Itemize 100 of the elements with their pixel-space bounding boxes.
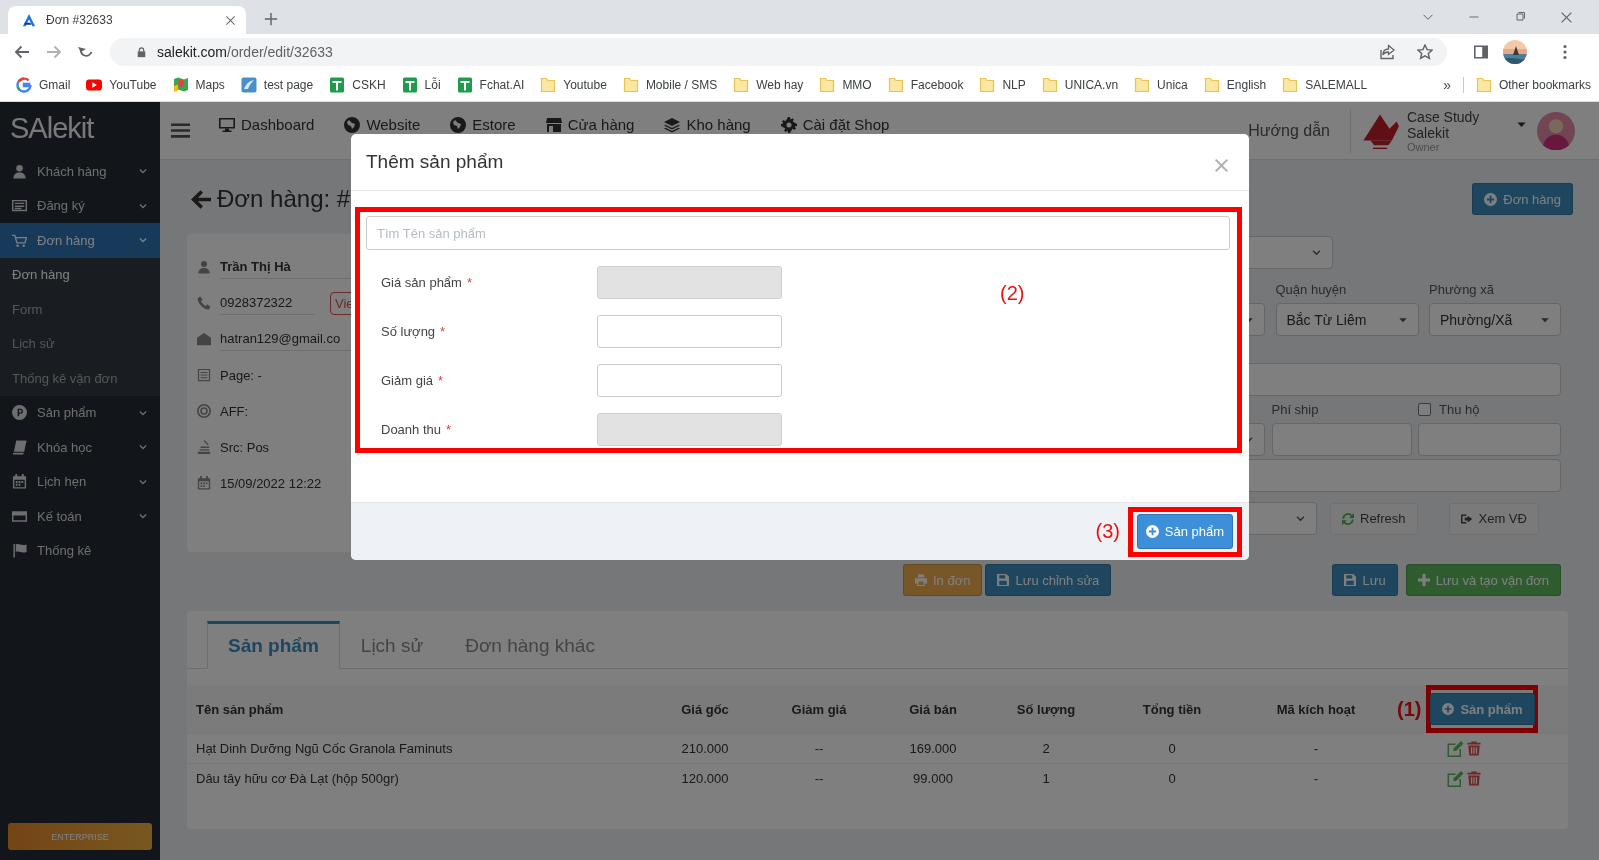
list-icon bbox=[197, 368, 211, 382]
nav-item[interactable]: Kho hàng bbox=[664, 116, 751, 133]
select-field[interactable]: Bắc Từ Liêm bbox=[1275, 303, 1419, 336]
sidebar-item[interactable]: Thống kê bbox=[0, 533, 160, 568]
bookmark[interactable]: Lỗi bbox=[393, 72, 449, 98]
sidebar-item[interactable]: Kế toán bbox=[0, 499, 160, 534]
card-icon bbox=[12, 508, 27, 524]
bookmark[interactable]: Facebook bbox=[879, 72, 972, 98]
browser-tab[interactable]: Đơn #32633 bbox=[8, 6, 246, 34]
back-arrow-icon[interactable] bbox=[191, 189, 211, 209]
play-icon bbox=[86, 77, 103, 93]
bookmark[interactable]: Maps bbox=[164, 72, 233, 98]
more-bookmarks-button[interactable]: » bbox=[1435, 72, 1459, 98]
nav-item[interactable]: Cài đặt Shop bbox=[780, 116, 890, 133]
add-product-button[interactable]: Sản phẩm bbox=[1430, 693, 1535, 725]
new-order-button[interactable]: Đơn hàng bbox=[1472, 183, 1573, 215]
nav-item[interactable]: Cửa hàng bbox=[545, 116, 635, 133]
tab[interactable]: Lịch sử bbox=[339, 621, 445, 669]
account-name[interactable]: Case Study Salekit bbox=[1407, 108, 1506, 141]
phone-number: 0928372322 bbox=[220, 291, 315, 315]
close-icon[interactable] bbox=[1214, 157, 1229, 173]
bookmark[interactable]: Web hay bbox=[725, 72, 812, 98]
page-icon bbox=[240, 77, 257, 93]
bookmark[interactable]: English bbox=[1195, 72, 1275, 98]
submenu-item[interactable]: Form bbox=[0, 292, 160, 327]
close-icon[interactable] bbox=[1560, 10, 1573, 24]
field-label: Số lượng bbox=[381, 324, 436, 339]
nav-item[interactable]: Dashboard bbox=[219, 116, 315, 133]
store-icon bbox=[545, 116, 562, 133]
bookmark[interactable]: Other bookmarks bbox=[1467, 72, 1599, 98]
sidebar-item[interactable]: Khách hàng bbox=[0, 154, 160, 189]
bookmark[interactable]: Gmail bbox=[8, 72, 79, 98]
page-title: Đơn hàng: # bbox=[217, 185, 351, 213]
bookmark[interactable]: Unica bbox=[1126, 72, 1196, 98]
bookmark[interactable]: MMO bbox=[811, 72, 880, 98]
bookmark[interactable]: test page bbox=[232, 72, 322, 98]
annotation-label: (1) bbox=[1397, 697, 1422, 721]
plus-icon bbox=[1417, 574, 1430, 586]
edit-icon[interactable] bbox=[1447, 770, 1464, 787]
new-tab-icon[interactable] bbox=[264, 12, 278, 26]
sidebar-item[interactable]: Đăng ký bbox=[0, 188, 160, 223]
table-cell: - bbox=[1313, 741, 1319, 756]
submenu-item[interactable]: Lịch sử bbox=[0, 326, 160, 361]
side-panel-icon[interactable] bbox=[1473, 43, 1489, 60]
bookmark[interactable]: YouTube bbox=[78, 72, 165, 98]
save-edit-button[interactable]: Lưu chỉnh sửa bbox=[985, 564, 1112, 596]
bookmark[interactable]: SALEMALL bbox=[1274, 72, 1376, 98]
save-button[interactable]: Lưu bbox=[1332, 564, 1398, 596]
bookmark[interactable]: NLP bbox=[971, 72, 1034, 98]
bookmark-star-icon[interactable] bbox=[1417, 43, 1433, 60]
add-product-button[interactable]: Sản phẩm bbox=[1137, 514, 1233, 549]
bookmark[interactable]: Mobile / SMS bbox=[614, 72, 726, 98]
submenu-item[interactable]: Thống kê vận đơn bbox=[0, 361, 160, 396]
edit-icon[interactable] bbox=[1447, 740, 1464, 757]
sidebar-item[interactable]: Lịch hẹn bbox=[0, 464, 160, 499]
forward-icon[interactable] bbox=[46, 43, 62, 60]
track-shipment-button[interactable]: Xem VĐ bbox=[1448, 502, 1539, 535]
close-tab-icon[interactable] bbox=[225, 14, 236, 26]
search-field[interactable]: Tìm Tên sản phẩm bbox=[366, 216, 1230, 250]
checkbox[interactable] bbox=[1418, 403, 1431, 416]
dialog-title: Thêm sản phẩm bbox=[366, 151, 504, 173]
bookmark[interactable]: Youtube bbox=[532, 72, 615, 98]
table-cell: -- bbox=[814, 771, 824, 786]
folder-icon bbox=[1282, 77, 1299, 93]
input-field[interactable] bbox=[597, 364, 782, 397]
table-cell: -- bbox=[814, 741, 824, 756]
address-bar[interactable]: salekit.com/order/edit/32633 bbox=[110, 37, 1447, 66]
input-field[interactable] bbox=[1418, 423, 1561, 456]
person-icon bbox=[197, 260, 211, 274]
refresh-icon bbox=[1342, 512, 1354, 525]
back-icon[interactable] bbox=[14, 43, 30, 60]
input-field[interactable] bbox=[597, 315, 782, 348]
form-icon bbox=[12, 198, 27, 214]
restore-icon[interactable] bbox=[1514, 11, 1526, 23]
caret-icon[interactable] bbox=[1516, 119, 1527, 130]
tab[interactable]: Sản phẩm bbox=[207, 621, 340, 669]
nav-item[interactable]: Estore bbox=[450, 116, 516, 133]
table-cell: 120.000 bbox=[681, 771, 729, 786]
folder-icon bbox=[1203, 77, 1220, 93]
bookmark[interactable]: UNICA.vn bbox=[1033, 72, 1127, 98]
column-header: Giảm giá bbox=[791, 701, 847, 717]
sidebar-item[interactable]: Đơn hàng bbox=[0, 223, 160, 258]
input-field[interactable] bbox=[1271, 423, 1412, 456]
trash-icon[interactable] bbox=[1467, 770, 1481, 786]
refresh-button[interactable]: Refresh bbox=[1330, 502, 1418, 535]
table-cell: 169.000 bbox=[909, 741, 957, 756]
bookmark[interactable]: Fchat.AI bbox=[448, 72, 533, 98]
avatar-icon[interactable] bbox=[1537, 111, 1575, 150]
nav-item[interactable]: Website bbox=[344, 116, 421, 133]
help-link[interactable]: Hướng dẫn bbox=[1248, 121, 1330, 140]
tab[interactable]: Đơn hàng khác bbox=[444, 621, 616, 669]
menu-icon[interactable] bbox=[170, 121, 191, 140]
floppy-icon bbox=[997, 574, 1010, 586]
share-icon[interactable] bbox=[1379, 43, 1395, 60]
select-field[interactable]: Phường/Xã bbox=[1429, 303, 1561, 336]
sidebar-item[interactable]: Khóa học bbox=[0, 430, 160, 465]
trash-icon[interactable] bbox=[1467, 740, 1481, 756]
monitor-icon bbox=[219, 116, 235, 133]
bookmark[interactable]: CSKH bbox=[321, 72, 394, 98]
floppy-icon bbox=[1344, 574, 1357, 586]
